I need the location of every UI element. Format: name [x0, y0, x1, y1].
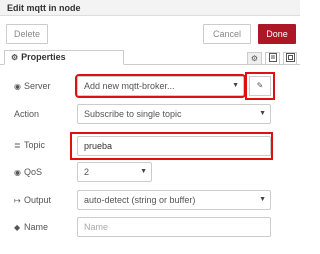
qos-label: ◉ QoS: [14, 167, 43, 177]
qos-select-value: 2: [84, 167, 90, 177]
pencil-icon: ✎: [256, 81, 264, 90]
tag-icon: ◆: [14, 223, 21, 232]
done-button[interactable]: Done: [258, 24, 296, 44]
cancel-button[interactable]: Cancel: [203, 24, 251, 44]
edit-server-button[interactable]: ✎: [249, 76, 271, 96]
output-select-value: auto-detect (string or buffer): [84, 195, 196, 205]
doc-icon: [268, 53, 277, 62]
globe-icon: ◉: [14, 82, 21, 91]
output-select[interactable]: auto-detect (string or buffer) ▼: [77, 190, 271, 210]
topic-input[interactable]: prueba: [77, 136, 271, 156]
edit-node-dialog: Edit mqtt in node Delete Cancel Done ⚙ Pr…: [0, 0, 300, 254]
server-label: ◉ Server: [14, 81, 51, 91]
name-input[interactable]: Name: [77, 217, 271, 237]
server-select[interactable]: Add new mqtt-broker... ▼: [75, 74, 246, 98]
action-label: Action: [14, 109, 40, 119]
server-select-value: Add new mqtt-broker...: [84, 81, 175, 91]
tab-properties[interactable]: ⚙ Properties: [4, 50, 124, 65]
delete-button[interactable]: Delete: [6, 24, 48, 44]
chevron-down-icon: ▼: [259, 196, 266, 203]
action-select-value: Subscribe to single topic: [84, 109, 182, 119]
qos-select[interactable]: 2 ▼: [77, 162, 152, 182]
output-label: ↦ Output: [14, 195, 52, 205]
title-bar: Edit mqtt in node: [0, 0, 300, 16]
tab-appearance-frame-icon[interactable]: [283, 52, 297, 65]
name-label: ◆ Name: [14, 222, 49, 232]
tab-properties-label: Properties: [21, 52, 66, 62]
chevron-down-icon: ▼: [232, 82, 239, 89]
dialog-title: Edit mqtt in node: [7, 3, 81, 13]
gear-icon: ⚙: [11, 53, 19, 62]
chevron-down-icon: ▼: [140, 168, 147, 175]
chevron-down-icon: ▼: [259, 110, 266, 117]
frame-icon: [285, 53, 295, 62]
tab-settings-gear-icon[interactable]: ⚙: [247, 52, 262, 65]
sign-out-icon: ↦: [14, 196, 21, 205]
list-icon: ≣: [14, 141, 21, 150]
topic-label: ≣ Topic: [14, 140, 46, 150]
tab-description-doc-icon[interactable]: [265, 52, 280, 65]
radio-icon: ◉: [14, 168, 21, 177]
action-select[interactable]: Subscribe to single topic ▼: [77, 104, 271, 124]
